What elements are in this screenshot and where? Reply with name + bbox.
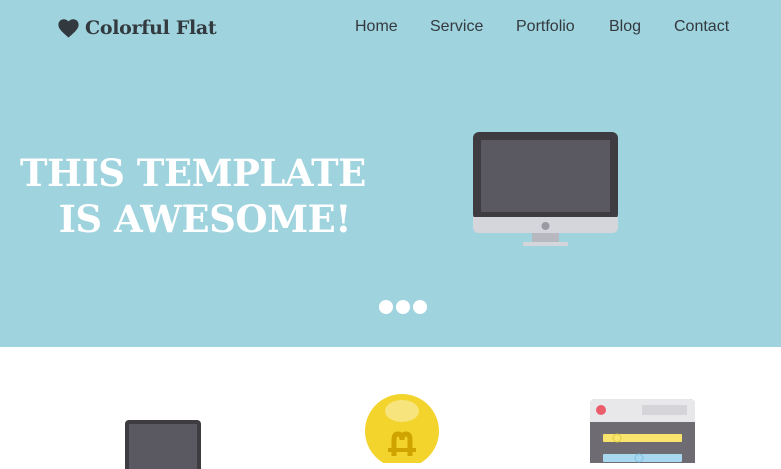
nav-portfolio[interactable]: Portfolio bbox=[516, 18, 575, 36]
headline-line-2: IS AWESOME! bbox=[58, 197, 352, 241]
main-nav: Home Service Portfolio Blog Contact bbox=[0, 18, 781, 40]
slider-dot-3[interactable] bbox=[413, 300, 427, 314]
nav-home[interactable]: Home bbox=[355, 18, 398, 36]
nav-blog[interactable]: Blog bbox=[609, 18, 641, 36]
lightbulb-icon bbox=[365, 394, 439, 463]
browser-window-icon bbox=[590, 399, 695, 463]
hero-headline: THIS TEMPLATE IS AWESOME! bbox=[20, 150, 366, 242]
nav-service[interactable]: Service bbox=[430, 18, 483, 36]
tablet-icon bbox=[125, 420, 201, 469]
hero-section: Colorful Flat Home Service Portfolio Blo… bbox=[0, 0, 781, 347]
slider-dot-2[interactable] bbox=[396, 300, 410, 314]
nav-contact[interactable]: Contact bbox=[674, 18, 729, 36]
slider-dot-1[interactable] bbox=[379, 300, 393, 314]
desktop-monitor-icon bbox=[473, 132, 618, 246]
headline-line-1: THIS TEMPLATE bbox=[20, 151, 366, 195]
slider-pagination bbox=[379, 300, 427, 314]
